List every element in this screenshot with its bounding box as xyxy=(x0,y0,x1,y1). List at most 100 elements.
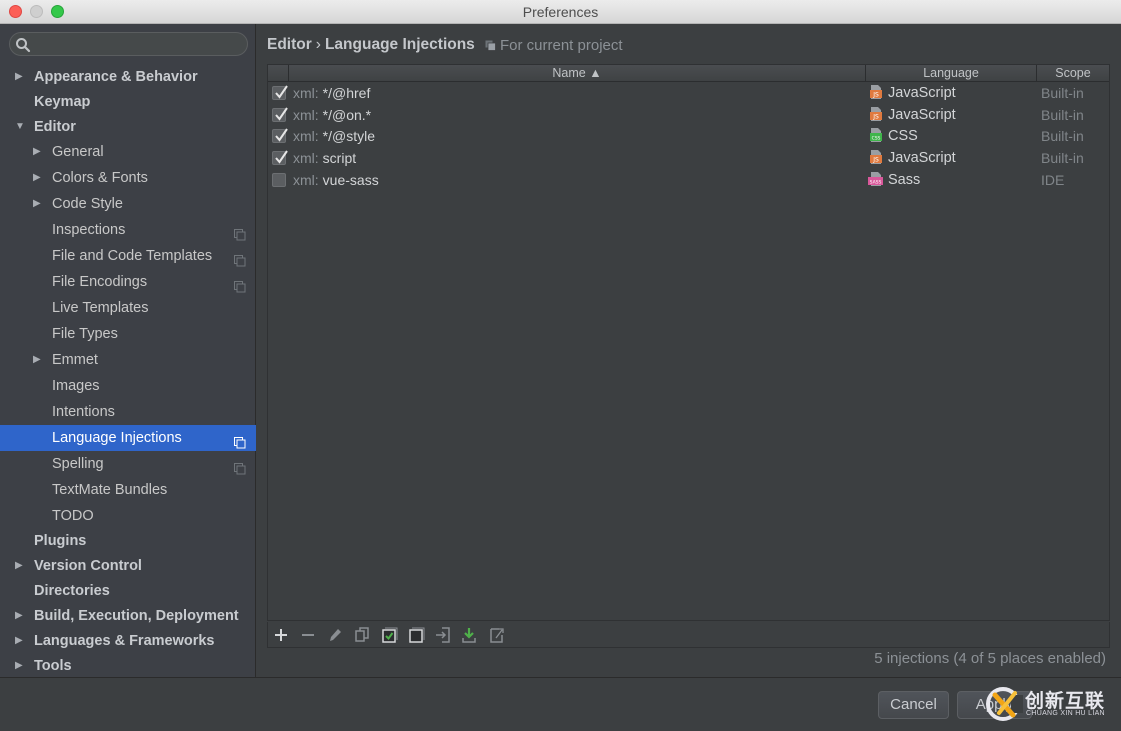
sass-file-icon: SASS xyxy=(868,171,884,194)
sidebar-item-tools[interactable]: ▶ Tools xyxy=(0,653,256,679)
sidebar-item-colors-fonts[interactable]: ▶ Colors & Fonts xyxy=(0,165,256,191)
sidebar-item-label: TextMate Bundles xyxy=(52,482,168,498)
settings-search-input[interactable] xyxy=(9,32,248,56)
edit-injection-button[interactable] xyxy=(326,626,344,644)
injection-prefix: xml: xyxy=(293,171,319,188)
sidebar-item-label: Language Injections xyxy=(52,430,182,446)
expand-arrow-right-icon[interactable]: ▶ xyxy=(15,628,23,654)
enabled-checkbox-checked[interactable] xyxy=(272,107,288,122)
sidebar-item-label: Languages & Frameworks xyxy=(34,633,215,649)
expand-arrow-right-icon[interactable]: ▶ xyxy=(15,603,23,629)
table-header: Name ▲ Language Scope xyxy=(268,65,1109,82)
table-row[interactable]: xml: */@href JS JavaScript Built-in xyxy=(268,82,1109,104)
column-header-name[interactable]: Name ▲ xyxy=(289,65,866,81)
sidebar-item-code-style[interactable]: ▶ Code Style xyxy=(0,191,256,217)
sidebar-item-textmate-bundles[interactable]: TextMate Bundles xyxy=(0,477,256,503)
watermark-logo-icon xyxy=(986,687,1023,721)
expand-arrow-right-icon[interactable]: ▶ xyxy=(33,165,41,191)
expand-arrow-right-icon[interactable]: ▶ xyxy=(33,191,41,217)
sidebar-item-appearance-behavior[interactable]: ▶ Appearance & Behavior xyxy=(0,64,256,90)
enabled-checkbox-checked[interactable] xyxy=(272,150,288,166)
breadcrumb-current: Language Injections xyxy=(324,36,475,53)
svg-text:JS: JS xyxy=(872,113,879,120)
sidebar-item-label: File and Code Templates xyxy=(52,248,213,264)
sidebar-item-label: File Types xyxy=(52,326,118,342)
breadcrumb: Editor › Language Injections xyxy=(267,36,475,54)
sidebar-item-file-and-code-templates[interactable]: File and Code Templates xyxy=(0,243,256,269)
sidebar-item-emmet[interactable]: ▶ Emmet xyxy=(0,347,256,373)
sidebar-item-languages-frameworks[interactable]: ▶ Languages & Frameworks xyxy=(0,628,256,654)
watermark-text-en: CHUANG XIN HU LIAN xyxy=(1026,710,1105,717)
sidebar-item-intentions[interactable]: Intentions xyxy=(0,399,256,425)
injection-scope: Built-in xyxy=(1041,85,1084,101)
column-header-scope[interactable]: Scope xyxy=(1037,65,1109,81)
minus-icon xyxy=(302,634,314,636)
expand-arrow-down-icon[interactable]: ▼ xyxy=(15,114,25,140)
sidebar-item-build-execution-deployment[interactable]: ▶ Build, Execution, Deployment xyxy=(0,603,256,629)
expand-arrow-right-icon[interactable]: ▶ xyxy=(33,139,41,165)
injection-name: xml: vue-sass xyxy=(293,169,379,191)
injection-scope: IDE xyxy=(1041,171,1065,188)
injection-name-value: */@on.* xyxy=(322,106,372,123)
breadcrumb-parent[interactable]: Editor xyxy=(267,36,312,53)
sidebar-item-spelling[interactable]: Spelling xyxy=(0,451,256,477)
enabled-checkbox-checked[interactable] xyxy=(272,85,288,100)
sidebar-item-version-control[interactable]: ▶ Version Control xyxy=(0,553,256,579)
sidebar-item-language-injections[interactable]: Language Injections xyxy=(0,425,256,451)
disable-selected-button[interactable] xyxy=(407,626,425,644)
project-scope-note: For current project xyxy=(485,37,623,54)
enabled-checkbox-checked[interactable] xyxy=(272,128,288,144)
sidebar-item-label: Build, Execution, Deployment xyxy=(34,608,239,624)
import-button[interactable] xyxy=(434,626,452,644)
column-header-language[interactable]: Language xyxy=(866,65,1037,81)
injection-prefix: xml: xyxy=(293,128,319,145)
project-scope-icon xyxy=(234,458,246,475)
expand-arrow-right-icon[interactable]: ▶ xyxy=(33,347,41,373)
sidebar-item-todo[interactable]: TODO xyxy=(0,503,256,529)
expand-arrow-right-icon[interactable]: ▶ xyxy=(15,553,23,579)
sidebar-item-directories[interactable]: Directories xyxy=(0,578,256,604)
sidebar-item-file-types[interactable]: File Types xyxy=(0,321,256,347)
sidebar-item-label: Editor xyxy=(34,119,76,135)
remove-injection-button[interactable] xyxy=(299,626,317,644)
table-row[interactable]: xml: */@on.* JS JavaScript Built-in xyxy=(268,104,1109,126)
share-icon xyxy=(490,628,504,643)
pencil-icon xyxy=(330,629,341,641)
expand-arrow-right-icon[interactable]: ▶ xyxy=(15,64,23,90)
injection-language: SASS Sass xyxy=(868,169,920,194)
table-row[interactable]: xml: script JS JavaScript Built-in xyxy=(268,147,1109,169)
sidebar-item-editor[interactable]: ▼ Editor xyxy=(0,114,256,140)
sidebar-item-label: Plugins xyxy=(34,533,87,549)
injection-name: xml: */@style xyxy=(293,125,375,147)
column-header-enabled[interactable] xyxy=(268,65,289,81)
table-row[interactable]: xml: */@style CSS CSS Built-in xyxy=(268,125,1109,147)
sidebar-item-plugins[interactable]: Plugins xyxy=(0,528,256,554)
injection-scope: Built-in xyxy=(1041,106,1084,123)
cancel-button[interactable]: Cancel xyxy=(878,691,949,719)
expand-arrow-right-icon[interactable]: ▶ xyxy=(15,653,23,679)
sidebar-item-label: Intentions xyxy=(52,404,115,420)
sidebar-item-live-templates[interactable]: Live Templates xyxy=(0,295,256,321)
sidebar-item-file-encodings[interactable]: File Encodings xyxy=(0,269,256,295)
sidebar-item-general[interactable]: ▶ General xyxy=(0,139,256,165)
svg-text:JS: JS xyxy=(872,92,879,99)
search-icon xyxy=(16,38,31,53)
add-injection-button[interactable] xyxy=(272,626,290,644)
enabled-checkbox-unchecked[interactable] xyxy=(272,172,286,187)
sidebar-item-images[interactable]: Images xyxy=(0,373,256,399)
checkmark-icon xyxy=(275,128,288,143)
sidebar-item-inspections[interactable]: Inspections xyxy=(0,217,256,243)
table-row[interactable]: xml: vue-sass SASS Sass IDE xyxy=(268,169,1109,191)
copy-icon xyxy=(355,627,369,642)
sidebar-item-label: Tools xyxy=(34,658,72,674)
enable-selected-button[interactable] xyxy=(380,626,398,644)
window-title: Preferences xyxy=(522,4,599,20)
duplicate-injection-button[interactable] xyxy=(353,626,371,644)
checkbox-checked-icon xyxy=(382,627,398,643)
sidebar-item-keymap[interactable]: Keymap xyxy=(0,89,256,115)
export-button[interactable] xyxy=(460,626,478,644)
svg-text:CSS: CSS xyxy=(872,136,881,142)
injection-name-value: */@href xyxy=(322,85,371,101)
import-icon xyxy=(436,627,450,643)
move-to-ide-button[interactable] xyxy=(488,626,506,644)
